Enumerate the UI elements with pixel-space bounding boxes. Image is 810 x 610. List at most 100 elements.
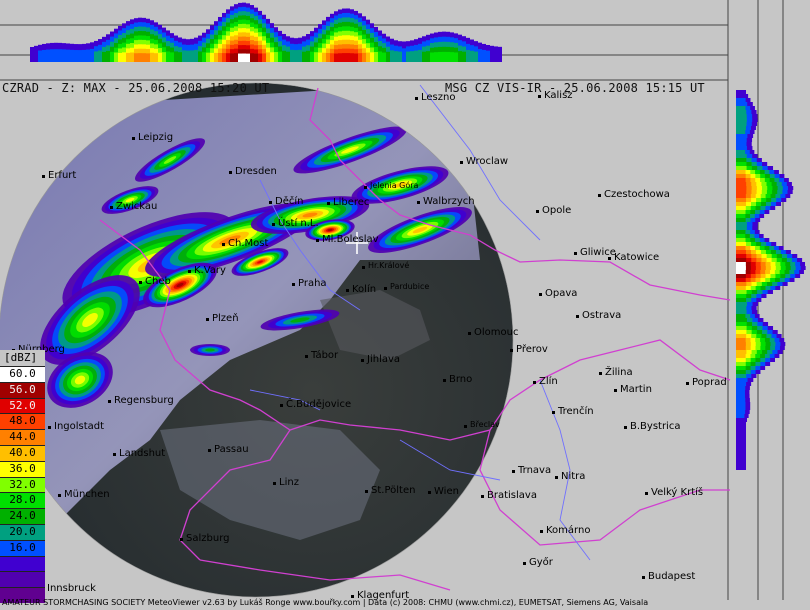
cross-section-cell [736, 322, 747, 326]
cross-section-cell [78, 50, 82, 62]
cross-section-cell [334, 53, 338, 62]
city-label: Wien [434, 486, 459, 497]
cross-section-cell [736, 302, 747, 306]
cross-section-cell [736, 98, 746, 102]
city-marker [464, 425, 467, 428]
radar-title: CZRAD - Z: MAX - 25.06.2008 15:20 UT [2, 81, 270, 95]
city-label: Passau [214, 444, 249, 455]
cross-section-cell [736, 370, 746, 374]
cross-section-cell [736, 398, 746, 402]
cross-section-cell [736, 402, 746, 406]
city-label: Martin [620, 384, 652, 395]
cross-section-cell [736, 102, 748, 106]
cross-section-cell [736, 174, 746, 178]
cross-section-cell [110, 51, 114, 62]
city-label: Katowice [614, 252, 660, 263]
city-label: Liberec [333, 197, 370, 208]
cross-section-cell [736, 130, 746, 134]
cross-section-cell [314, 52, 318, 62]
cross-section-cell [736, 178, 746, 182]
cross-section-cell [736, 234, 746, 238]
city-marker [305, 355, 308, 358]
cross-section-cell [94, 51, 98, 62]
city-marker [645, 492, 648, 495]
city-label: Ml.Boleslav [322, 234, 379, 245]
city-label: Tábor [311, 350, 339, 361]
city-marker [523, 562, 526, 565]
cross-section-cell [230, 53, 234, 62]
legend-level: 32.0 [0, 476, 45, 493]
city-label: Trenčín [558, 406, 594, 417]
cross-section-cell [418, 49, 422, 62]
city-marker [428, 491, 431, 494]
city-label: Poprad [692, 377, 727, 388]
cross-section-cell [50, 49, 54, 62]
cross-section-cell [736, 114, 747, 118]
footer-credits: AMATEUR STORMCHASING SOCIETY MeteoViewer… [2, 598, 649, 607]
cross-section-cell [736, 342, 746, 346]
cross-section-cell [736, 262, 746, 266]
cross-section-cell [342, 53, 346, 62]
cross-section-cell [736, 146, 747, 150]
cross-section-cell [736, 326, 747, 330]
cross-section-cell [736, 330, 747, 334]
cross-section-cell [736, 426, 746, 430]
legend-level: 8.0 [0, 571, 45, 588]
cross-section-cell [234, 53, 238, 62]
city-label: Cheb [145, 276, 171, 287]
cross-section-cell [86, 49, 90, 62]
city-label: Děčín [275, 196, 304, 207]
cross-section-cell [414, 50, 418, 62]
city-label: Innsbruck [47, 583, 96, 594]
cross-section-cell [278, 51, 282, 62]
cross-section-cell [736, 238, 746, 242]
cross-section-cell [90, 48, 94, 62]
cross-section-cell [206, 52, 210, 62]
cross-section-cell [366, 52, 370, 62]
cross-section-cell [736, 386, 746, 390]
city-label: Pardubice [390, 282, 430, 291]
city-label: Nitra [561, 471, 586, 482]
cross-section-cell [486, 50, 490, 62]
cross-section-cell [338, 53, 342, 62]
cross-section-cell [736, 418, 747, 422]
cross-section-cell [736, 406, 746, 410]
cross-section-cell [38, 50, 42, 62]
cross-section-cell [438, 51, 442, 62]
cross-section-cell [210, 52, 214, 62]
cross-section-cell [190, 50, 194, 62]
city-label: Wroclaw [466, 156, 509, 167]
city-label: Opole [542, 205, 572, 216]
cross-section-cell [736, 122, 747, 126]
cross-section-cell [736, 390, 745, 394]
cross-section-cell [494, 46, 498, 62]
cross-section-cell [736, 350, 747, 354]
cross-section-cell [362, 52, 366, 62]
cross-section-cell [102, 51, 106, 62]
cross-section-cell [736, 458, 746, 462]
cross-section-cell [736, 254, 747, 258]
city-marker [316, 239, 319, 242]
dbz-legend: [dBZ] 60.0 56.0 52.0 48.0 44.0 40.0 36.0 32.0 28… [0, 350, 45, 603]
cross-section-cell [736, 150, 746, 154]
cross-section-cell [736, 126, 746, 130]
cross-section-cell [736, 242, 747, 246]
city-marker [132, 137, 135, 140]
cross-section-cell [736, 214, 746, 218]
cross-section-cell [736, 154, 747, 158]
city-marker [346, 289, 349, 292]
city-label: Linz [279, 477, 299, 488]
cross-section-cell [266, 52, 270, 62]
city-marker [415, 97, 418, 100]
cross-section-cell [736, 346, 746, 350]
cross-section-cell [382, 52, 386, 62]
city-marker [576, 315, 579, 318]
cross-section-cell [736, 294, 747, 298]
cross-section-cell [736, 222, 747, 226]
city-label: Opava [545, 288, 578, 299]
cross-section-cell [386, 51, 390, 62]
city-marker [362, 266, 365, 269]
city-marker [208, 449, 211, 452]
city-label: Kalisz [544, 90, 573, 101]
cross-section-cell [410, 51, 414, 62]
